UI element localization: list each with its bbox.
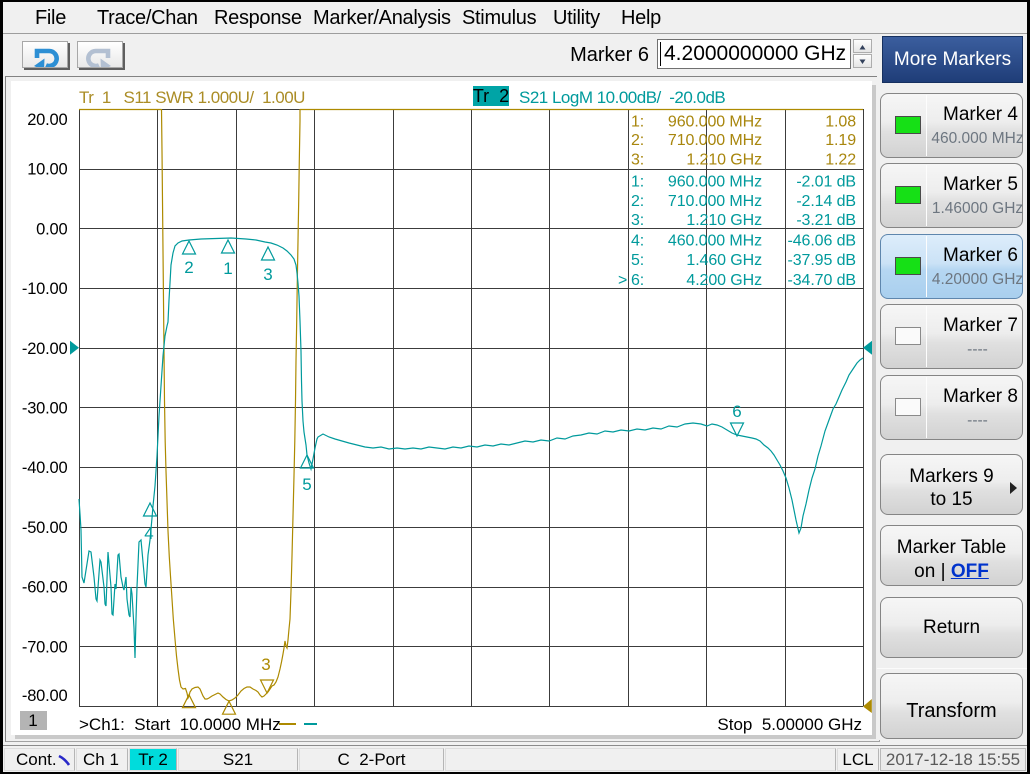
svg-text:-2.01 dB: -2.01 dB [796,174,856,191]
svg-text:-2.14 dB: -2.14 dB [796,193,856,210]
svg-text:-30.00: -30.00 [22,400,68,418]
svg-text:3:: 3: [631,212,644,229]
svg-text:4:: 4: [631,233,644,250]
svg-text:-40.00: -40.00 [22,459,68,477]
svg-text:6:: 6: [631,272,644,289]
svg-text:20.00: 20.00 [27,111,67,129]
svg-text:-50.00: -50.00 [22,519,68,537]
svg-text:Stop 5.00000 GHz: Stop 5.00000 GHz [717,715,862,734]
svg-text:1: 1 [223,259,232,278]
svg-text:4.200 GHz: 4.200 GHz [686,272,762,289]
svg-text:3:: 3: [631,152,644,169]
svg-text:960.000 MHz: 960.000 MHz [668,114,762,131]
svg-text:-34.70 dB: -34.70 dB [788,272,856,289]
svg-text:1.210 GHz: 1.210 GHz [686,152,762,169]
svg-text:4: 4 [144,524,153,543]
svg-text:>Ch1: Start 10.0000 MHz: >Ch1: Start 10.0000 MHz [79,715,281,734]
svg-text:1.22: 1.22 [825,152,856,169]
svg-text:460.000 MHz: 460.000 MHz [668,233,762,250]
svg-text:710.000 MHz: 710.000 MHz [668,193,762,210]
svg-text:1:: 1: [631,114,644,131]
svg-text:-80.00: -80.00 [22,687,68,705]
svg-text:1:: 1: [631,174,644,191]
svg-text:6: 6 [732,402,741,421]
svg-text:Tr 2: Tr 2 [473,86,509,106]
svg-text:-10.00: -10.00 [22,280,68,298]
svg-text:1: 1 [28,711,37,730]
svg-text:3: 3 [263,265,272,284]
svg-text:1.210 GHz: 1.210 GHz [686,212,762,229]
svg-text:2:: 2: [631,193,644,210]
svg-text:1.460 GHz: 1.460 GHz [686,252,762,269]
svg-text:0.00: 0.00 [36,220,67,238]
svg-text:2:: 2: [631,132,644,149]
svg-text:10.00: 10.00 [27,161,67,179]
svg-text:960.000 MHz: 960.000 MHz [668,174,762,191]
svg-text:-60.00: -60.00 [22,579,68,597]
svg-text:-46.06 dB: -46.06 dB [788,233,856,250]
svg-text:>: > [618,272,627,289]
svg-text:2: 2 [184,258,193,277]
svg-text:-20.00: -20.00 [22,340,68,358]
svg-text:5: 5 [302,475,311,494]
svg-text:1.19: 1.19 [825,132,856,149]
svg-text:-3.21 dB: -3.21 dB [796,212,856,229]
svg-text:710.000 MHz: 710.000 MHz [668,132,762,149]
svg-text:3: 3 [261,655,270,674]
svg-text:-70.00: -70.00 [22,638,68,656]
svg-text:5:: 5: [631,252,644,269]
svg-text:-37.95 dB: -37.95 dB [788,252,856,269]
svg-text:1.08: 1.08 [825,114,856,131]
svg-text:Tr 1 S11 SWR 1.000U/ 1.00U: Tr 1 S11 SWR 1.000U/ 1.00U [79,88,305,107]
svg-text:S21 LogM 10.00dB/ -20.0dB: S21 LogM 10.00dB/ -20.0dB [519,88,725,107]
